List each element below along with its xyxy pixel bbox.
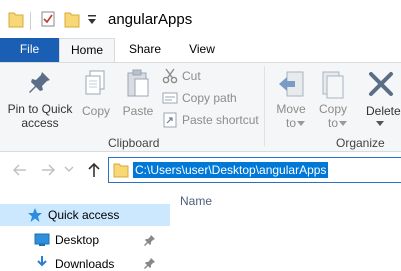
- folder-icon[interactable]: [8, 10, 24, 28]
- paste-button[interactable]: Paste: [120, 68, 156, 118]
- organize-group-label: Organize: [336, 136, 385, 150]
- clipboard-group-label: Clipboard: [108, 136, 160, 150]
- chevron-down-icon: [297, 121, 305, 126]
- window-title: angularApps: [108, 11, 193, 28]
- nav-desktop-label[interactable]: Desktop: [55, 233, 99, 247]
- move-to-label-line1: Move: [276, 102, 306, 116]
- copy-button[interactable]: Copy: [80, 68, 112, 118]
- column-header-name[interactable]: Name: [180, 194, 212, 208]
- desktop-icon: [34, 233, 50, 246]
- title-bar: [0, 0, 401, 38]
- delete-button[interactable]: Delete: [358, 68, 401, 130]
- back-arrow-icon[interactable]: [12, 163, 28, 177]
- properties-icon[interactable]: [40, 10, 56, 28]
- copy-path-icon: [162, 92, 178, 104]
- cut-label: Cut: [182, 69, 201, 83]
- copy-path-button[interactable]: Copy path: [162, 90, 262, 106]
- move-to-button[interactable]: Move to: [272, 68, 310, 130]
- copy-path-label: Copy path: [182, 91, 237, 105]
- paste-icon: [127, 69, 149, 97]
- address-path-text[interactable]: C:\Users\user\Desktop\angularApps: [133, 162, 329, 178]
- up-arrow-icon[interactable]: [86, 161, 102, 179]
- scissors-icon: [162, 68, 178, 84]
- forward-arrow-icon[interactable]: [40, 163, 56, 177]
- pin-icon: [29, 72, 50, 93]
- chevron-down-icon: [339, 121, 347, 126]
- paste-shortcut-button[interactable]: Paste shortcut: [162, 112, 262, 128]
- tab-file[interactable]: File: [0, 38, 59, 62]
- chevron-down-icon: [376, 121, 384, 126]
- nav-quick-access-label[interactable]: Quick access: [48, 208, 119, 222]
- cut-button[interactable]: Cut: [162, 68, 262, 84]
- move-to-icon: [279, 71, 304, 97]
- pin-icon[interactable]: [144, 257, 156, 269]
- folder-icon: [113, 163, 129, 178]
- pin-label-line1: Pin to Quick: [7, 102, 73, 116]
- paste-shortcut-label: Paste shortcut: [182, 113, 259, 127]
- copy-icon: [85, 70, 105, 95]
- ribbon-group-separator: [264, 66, 265, 146]
- tab-share[interactable]: Share: [115, 38, 175, 62]
- pin-to-quick-access-button[interactable]: Pin to Quick access: [4, 68, 76, 130]
- copy-label: Copy: [81, 104, 110, 118]
- paste-shortcut-icon: [163, 112, 177, 128]
- delete-label: Delete: [366, 104, 401, 118]
- copy-to-button[interactable]: Copy to: [314, 68, 352, 130]
- toolbar-separator: [30, 12, 31, 30]
- downloads-icon: [37, 256, 47, 267]
- tab-home[interactable]: Home: [59, 38, 115, 62]
- star-icon: [28, 208, 42, 222]
- customize-toolbar-dropdown-icon[interactable]: [86, 14, 98, 26]
- new-folder-icon[interactable]: [64, 10, 80, 28]
- copy-to-icon: [322, 71, 344, 99]
- delete-x-icon: [369, 72, 393, 96]
- paste-label: Paste: [122, 104, 154, 118]
- pin-label-line2: access: [21, 116, 59, 130]
- pin-icon[interactable]: [144, 234, 156, 246]
- copy-to-label-line1: Copy: [318, 102, 347, 116]
- tab-view[interactable]: View: [175, 38, 229, 62]
- recent-locations-chevron-icon[interactable]: [64, 166, 74, 174]
